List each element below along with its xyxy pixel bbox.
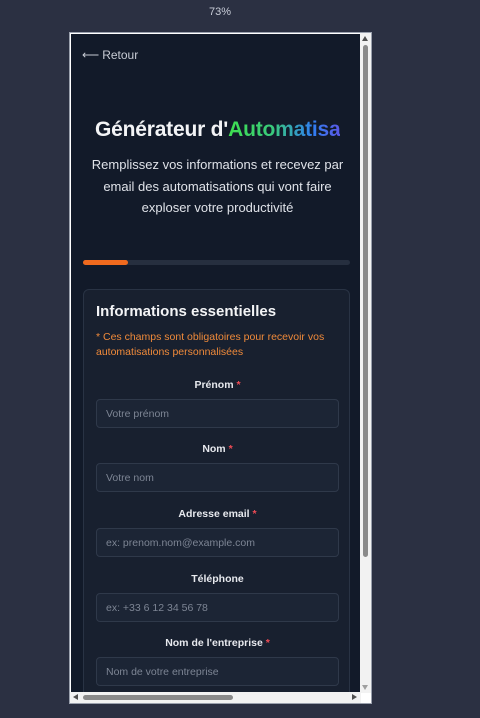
page-title-plain: Générateur d' xyxy=(95,118,229,141)
horizontal-scroll-thumb[interactable] xyxy=(83,695,233,700)
field-label-lastname: Nom * xyxy=(84,443,351,455)
required-marker: * xyxy=(252,508,257,520)
email-input[interactable] xyxy=(96,528,339,557)
field-label-company: Nom de l'entreprise * xyxy=(84,637,351,649)
vertical-scrollbar[interactable] xyxy=(360,33,371,693)
firstname-input[interactable] xyxy=(96,399,339,428)
field-label-text: Téléphone xyxy=(191,573,244,585)
progress-bar xyxy=(83,260,350,265)
field-label-text: Nom de l'entreprise xyxy=(165,637,263,649)
field-label-firstname: Prénom * xyxy=(84,379,351,391)
scroll-left-icon[interactable] xyxy=(73,694,78,700)
vertical-scroll-thumb[interactable] xyxy=(363,45,368,557)
progress-bar-fill xyxy=(83,260,129,265)
company-input[interactable] xyxy=(96,657,339,686)
lastname-input[interactable] xyxy=(96,463,339,492)
back-link[interactable]: ⟵ Retour xyxy=(82,48,138,62)
browser-frame: ⟵ Retour Générateur d'Automatisa Remplis… xyxy=(69,32,372,704)
page-title-highlight: Automatisa xyxy=(228,118,341,141)
scroll-up-icon[interactable] xyxy=(362,36,368,41)
required-marker: * xyxy=(228,443,233,455)
horizontal-scrollbar[interactable] xyxy=(70,692,361,703)
page-viewport: ⟵ Retour Générateur d'Automatisa Remplis… xyxy=(71,34,361,694)
scroll-down-icon[interactable] xyxy=(362,685,368,690)
field-label-text: Prénom xyxy=(194,379,234,391)
phone-input[interactable] xyxy=(96,593,339,622)
page-title: Générateur d'Automatisa xyxy=(95,118,341,142)
arrow-left-icon: ⟵ xyxy=(82,48,100,62)
scroll-right-icon[interactable] xyxy=(352,694,357,700)
field-label-phone: Téléphone xyxy=(84,573,351,585)
form-card: Informations essentielles * Ces champs s… xyxy=(83,289,350,694)
required-marker: * xyxy=(265,637,270,649)
zoom-level: 73% xyxy=(208,6,232,18)
required-marker: * xyxy=(236,379,241,391)
back-label: Retour xyxy=(102,48,139,62)
required-note: * Ces champs sont obligatoires pour rece… xyxy=(96,331,325,358)
page-subtitle: Remplissez vos informations et recevez p… xyxy=(91,157,344,215)
field-label-text: Nom xyxy=(202,443,226,455)
form-title: Informations essentielles xyxy=(96,303,277,320)
field-label-email: Adresse email * xyxy=(84,508,351,520)
field-label-text: Adresse email xyxy=(178,508,250,520)
